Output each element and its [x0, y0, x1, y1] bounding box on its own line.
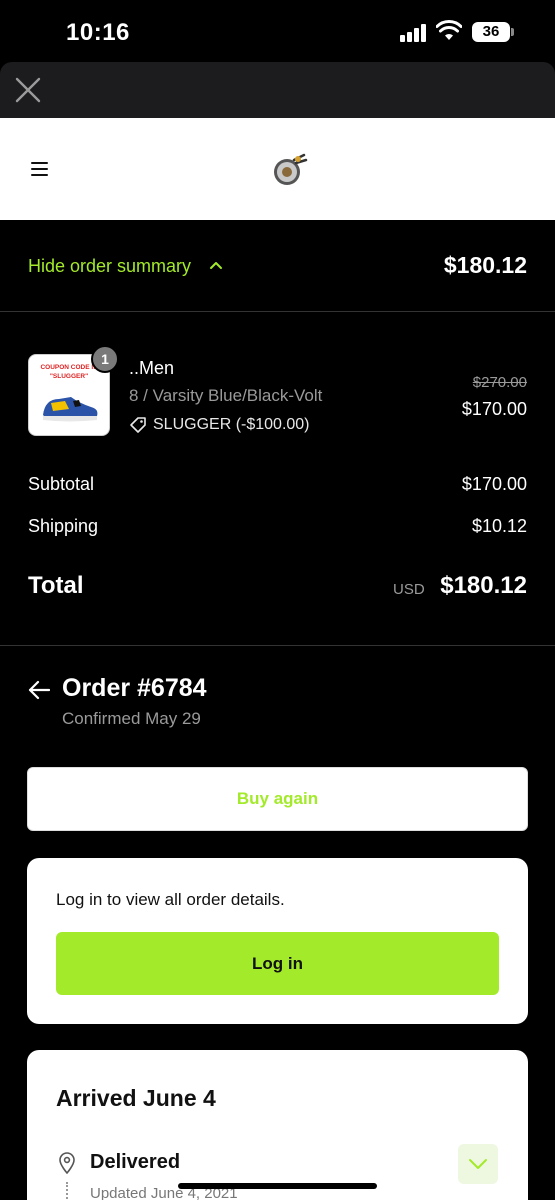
- back-arrow-icon[interactable]: [28, 680, 50, 700]
- subtotal-value: $170.00: [461, 474, 527, 494]
- login-prompt: Log in to view all order details.: [56, 890, 285, 909]
- divider: [0, 645, 555, 646]
- battery-tip: [511, 28, 514, 36]
- summary-total: $180.12: [443, 252, 527, 278]
- item-price: $170.00: [461, 399, 527, 419]
- close-icon[interactable]: [14, 76, 42, 104]
- shipment-card: Arrived June 4 Delivered Updated June 4,…: [27, 1050, 528, 1200]
- discount-code: SLUGGER (-$100.00): [153, 416, 310, 433]
- line-item: COUPON CODE IS "SLUGGER" 1 ..Men 8 / Var…: [0, 312, 555, 452]
- battery-icon: 36: [472, 22, 510, 42]
- product-name: ..Men: [129, 358, 175, 378]
- product-variant: 8 / Varsity Blue/Black-Volt: [129, 386, 323, 405]
- total-label: Total: [28, 572, 84, 599]
- wifi-icon: [436, 20, 462, 40]
- buy-again-button[interactable]: Buy again: [27, 767, 528, 831]
- original-price: $270.00: [472, 374, 527, 391]
- store-header: [0, 118, 555, 220]
- home-indicator: [178, 1183, 377, 1189]
- shipping-value: $10.12: [471, 516, 527, 536]
- hamburger-icon[interactable]: [31, 162, 48, 176]
- tag-icon: [130, 417, 146, 433]
- order-confirmed-date: Confirmed May 29: [62, 709, 201, 728]
- chevron-down-icon: [469, 1159, 487, 1169]
- order-title: Order #6784: [62, 674, 207, 702]
- expand-shipment-button[interactable]: [458, 1144, 498, 1184]
- shipping-label: Shipping: [28, 516, 99, 536]
- shoe-image: [43, 397, 98, 422]
- chevron-up-icon[interactable]: [209, 258, 223, 272]
- login-button[interactable]: Log in: [56, 932, 499, 995]
- shipment-status: Delivered: [90, 1151, 181, 1173]
- discount-line: SLUGGER (-$100.00): [129, 416, 310, 434]
- timeline-line: [66, 1182, 68, 1200]
- order-summary-toggle[interactable]: Hide order summary $180.12: [0, 220, 555, 312]
- status-time: 10:16: [66, 19, 130, 46]
- login-card: Log in to view all order details. Log in: [27, 858, 528, 1024]
- location-pin-icon: [59, 1152, 75, 1174]
- status-bar: 10:16 36: [0, 0, 555, 62]
- quantity-badge: 1: [91, 345, 119, 373]
- browser-bar: [0, 62, 555, 118]
- signal-icon: [400, 24, 428, 42]
- shipment-title: Arrived June 4: [56, 1085, 216, 1111]
- store-logo[interactable]: [270, 152, 308, 188]
- subtotal-label: Subtotal: [28, 474, 95, 494]
- order-summary-toggle-label[interactable]: Hide order summary: [28, 256, 191, 277]
- total-value: $180.12: [440, 572, 527, 599]
- total-currency: USD: [393, 581, 425, 598]
